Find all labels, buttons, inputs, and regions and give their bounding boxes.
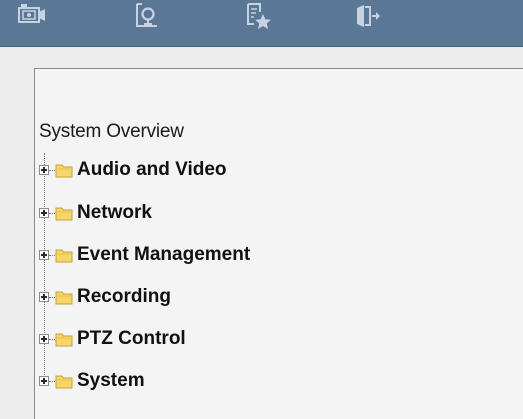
- expand-plus-icon[interactable]: [39, 165, 49, 175]
- folder-icon: [55, 249, 73, 263]
- logout-door-icon: [357, 5, 380, 27]
- folder-icon: [55, 375, 73, 389]
- tree-item-label: System: [77, 370, 145, 391]
- tree-item-label: Network: [77, 202, 152, 223]
- expand-plus-icon[interactable]: [39, 376, 49, 386]
- tree-item-label: PTZ Control: [77, 328, 186, 349]
- camera-preview-icon: [18, 4, 45, 23]
- tree-item-ptz-control[interactable]: PTZ Control: [39, 327, 186, 351]
- log-favorite-icon: [247, 3, 271, 29]
- folder-icon: [55, 291, 73, 305]
- tree-item-system[interactable]: System: [39, 369, 145, 393]
- navigation-tree-panel: System Overview Audio and Video Network: [34, 68, 523, 419]
- expand-plus-icon[interactable]: [39, 292, 49, 302]
- tree-item-label: Audio and Video: [77, 159, 227, 180]
- tree-item-label: Recording: [77, 286, 171, 307]
- tree-item-event-management[interactable]: Event Management: [39, 243, 250, 267]
- top-toolbar: [0, 0, 523, 47]
- logout-button[interactable]: [348, 0, 388, 36]
- tree-root-label[interactable]: System Overview: [39, 121, 184, 143]
- tree-item-label: Event Management: [77, 244, 251, 265]
- playback-search-icon: [136, 3, 157, 27]
- folder-icon: [55, 164, 73, 178]
- folder-icon: [55, 207, 73, 221]
- page: System Overview Audio and Video Network: [0, 0, 523, 419]
- live-view-button[interactable]: [12, 0, 52, 36]
- tree-item-recording[interactable]: Recording: [39, 285, 171, 309]
- expand-plus-icon[interactable]: [39, 250, 49, 260]
- folder-icon: [55, 333, 73, 347]
- log-button[interactable]: [238, 0, 278, 36]
- tree-item-audio-and-video[interactable]: Audio and Video: [39, 158, 227, 182]
- expand-plus-icon[interactable]: [39, 208, 49, 218]
- tree-item-network[interactable]: Network: [39, 201, 152, 225]
- playback-button[interactable]: [126, 0, 166, 36]
- expand-plus-icon[interactable]: [39, 334, 49, 344]
